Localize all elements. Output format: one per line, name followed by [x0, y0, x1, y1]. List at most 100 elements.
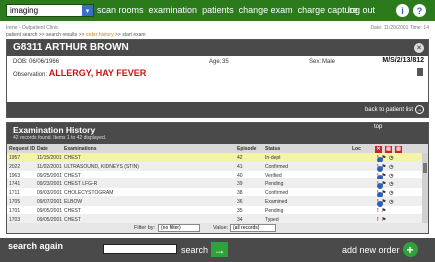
row-action-icons: !⚑◷ [377, 164, 394, 172]
help-icon[interactable]: ? [413, 4, 426, 17]
cell-episode: 42 [237, 155, 243, 161]
cell-status: In-dept [265, 155, 281, 161]
filter-select[interactable]: (no filter) [158, 224, 200, 232]
nav-examination[interactable]: examination [149, 4, 198, 17]
bottom-action-bar: search again search → add new order + [0, 238, 435, 262]
search-button[interactable]: search → [181, 242, 229, 257]
arrow-right-icon: → [211, 242, 229, 257]
exam-history-header: Examination History 42 records found. It… [7, 123, 428, 144]
cell-episode: 36 [237, 198, 243, 205]
table-row[interactable]: 1711 09/03/2001 CHOLECYSTOGRAM 38 Confir… [7, 188, 423, 199]
clock-icon[interactable]: ◷ [389, 173, 393, 179]
back-to-patient-list-button[interactable]: back to patient list → [365, 105, 424, 114]
clock-icon[interactable]: ◷ [389, 199, 393, 205]
observation: Observation: ALLERGY, HAY FEVER [13, 68, 146, 78]
col-date[interactable]: Date [37, 146, 48, 152]
cell-request-id: 1963 [9, 172, 21, 179]
nav-patients[interactable]: patients [202, 4, 234, 17]
filter-label: Filter by: [134, 225, 156, 231]
cell-request-id: 1957 [9, 155, 21, 161]
table-header: Request ID Date Examinations Episode Sta… [7, 144, 428, 153]
row-action-icons: !⚑◷ [377, 199, 394, 207]
cell-date: 09/23/2001 [37, 181, 63, 188]
clock-icon[interactable]: ◷ [389, 190, 393, 196]
patient-panel: G8311 ARTHUR BROWN ✕ DOB: 06/06/1966 Age… [6, 39, 429, 118]
cell-episode: 41 [237, 163, 243, 170]
clock-icon[interactable]: ◷ [389, 155, 393, 161]
scrollbar[interactable] [422, 153, 428, 225]
col-request-id[interactable]: Request ID [9, 146, 35, 152]
cell-date: 09/25/2001 [37, 172, 63, 179]
cell-episode: 40 [237, 172, 243, 179]
cell-request-id: 1701 [9, 207, 21, 214]
cell-request-id: 1703 [9, 216, 21, 223]
breadcrumb-separator: >> [78, 32, 85, 38]
nav-scan-rooms[interactable]: scan rooms [97, 4, 144, 17]
record-count: 42 records found. Items 1 to 42 displaye… [13, 135, 107, 141]
patient-footer-bar: back to patient list → [7, 102, 428, 117]
row-action-icons: !⚑◷ [377, 190, 394, 199]
age-value: 35 [222, 59, 229, 65]
table-row[interactable]: 1741 09/23/2001 CHEST LFG-R 39 Pending !… [7, 179, 423, 190]
cell-exam: CHEST [64, 172, 81, 179]
info-icon[interactable]: i [396, 4, 409, 17]
exam-history-panel: Examination History 42 records found. It… [6, 122, 429, 234]
scrollbar-thumb[interactable] [423, 163, 427, 173]
breadcrumb-start-exam[interactable]: start exam [122, 32, 145, 38]
row-action-icons: ! ⚑ [377, 208, 386, 214]
cell-exam: ULTRASOUND, KIDNEYS (STIN) [64, 163, 139, 170]
breadcrumb-order-history: order history [85, 32, 114, 38]
row-action-icons: !⚑◷ [377, 173, 394, 181]
plus-circle-icon: + [402, 242, 418, 257]
clock-icon[interactable]: ◷ [389, 181, 393, 187]
allergy-alert: ALLERGY, HAY FEVER [48, 68, 147, 78]
flag-icon[interactable]: ⚑ [382, 208, 386, 214]
cell-request-id: 1705 [9, 198, 21, 205]
table-row[interactable]: 2022 11/02/2001 ULTRASOUND, KIDNEYS (STI… [7, 161, 423, 172]
table-row[interactable]: 1957 11/15/2001 CHEST 42 In-dept !⚑◷ [7, 153, 423, 163]
trash-icon[interactable] [417, 68, 423, 76]
search-input[interactable] [103, 244, 177, 254]
delete-icon[interactable]: ✕ [375, 146, 382, 153]
logout-link[interactable]: log out [348, 4, 375, 17]
table-row[interactable]: 1963 09/25/2001 CHEST 40 Verified !⚑◷ [7, 171, 423, 181]
col-examinations[interactable]: Examinations [64, 146, 97, 152]
flag-icon[interactable]: ⚑ [382, 217, 386, 223]
location-label: Irene - Outpatient Clinic [6, 25, 59, 31]
breadcrumb-patient-search[interactable]: patient search [6, 32, 37, 38]
main-nav: scan rooms examination patients change e… [97, 4, 358, 17]
cell-date: 09/07/2001 [37, 198, 63, 205]
close-icon[interactable]: ✕ [414, 43, 424, 53]
patient-demographics: DOB: 06/06/1966 Age: 35 Sex: Male [7, 57, 428, 67]
value-select[interactable]: (all records) [230, 224, 276, 232]
patient-date: M/S/2/13/812 [382, 57, 424, 64]
alert-icon: ! [377, 207, 379, 214]
col-loc[interactable]: Loc [352, 146, 361, 152]
table-row[interactable]: 1705 09/07/2001 ELBOW 36 Examined !⚑◷ [7, 196, 423, 207]
chevron-down-icon[interactable]: ▾ [82, 5, 93, 16]
table-row[interactable]: 1701 09/05/2001 CHEST 35 Pending ! ⚑ [7, 206, 423, 215]
report-icon[interactable]: ▥ [395, 146, 402, 153]
print-icon[interactable]: ▤ [385, 146, 392, 153]
clock-icon[interactable]: ◷ [389, 164, 393, 170]
col-status[interactable]: Status [265, 146, 280, 152]
col-episode[interactable]: Episode [237, 146, 256, 152]
department-value: imaging [10, 6, 39, 15]
top-link[interactable]: top [374, 124, 382, 130]
department-select[interactable]: imaging ▾ [6, 4, 94, 17]
cell-exam: CHEST [64, 216, 81, 223]
arrow-right-circle-icon: → [415, 105, 424, 114]
add-new-order-button[interactable]: add new order + [342, 242, 418, 257]
back-to-patient-list-label: back to patient list [364, 106, 413, 113]
cell-date: 11/15/2001 [37, 155, 62, 161]
cell-date: 11/02/2001 [37, 163, 62, 170]
nav-change-exam[interactable]: change exam [239, 4, 293, 17]
cell-episode: 34 [237, 216, 243, 223]
cell-date: 09/05/2001 [37, 216, 63, 223]
sex-label: Sex: [309, 59, 322, 65]
cell-status: Confirmed [265, 190, 289, 197]
filter-bar: Filter by: (no filter) Value: (all recor… [7, 223, 428, 233]
alert-icon: ! [377, 216, 379, 223]
row-action-icons: ! ⚑ [377, 217, 386, 223]
breadcrumb-search-results[interactable]: search results [46, 32, 77, 38]
